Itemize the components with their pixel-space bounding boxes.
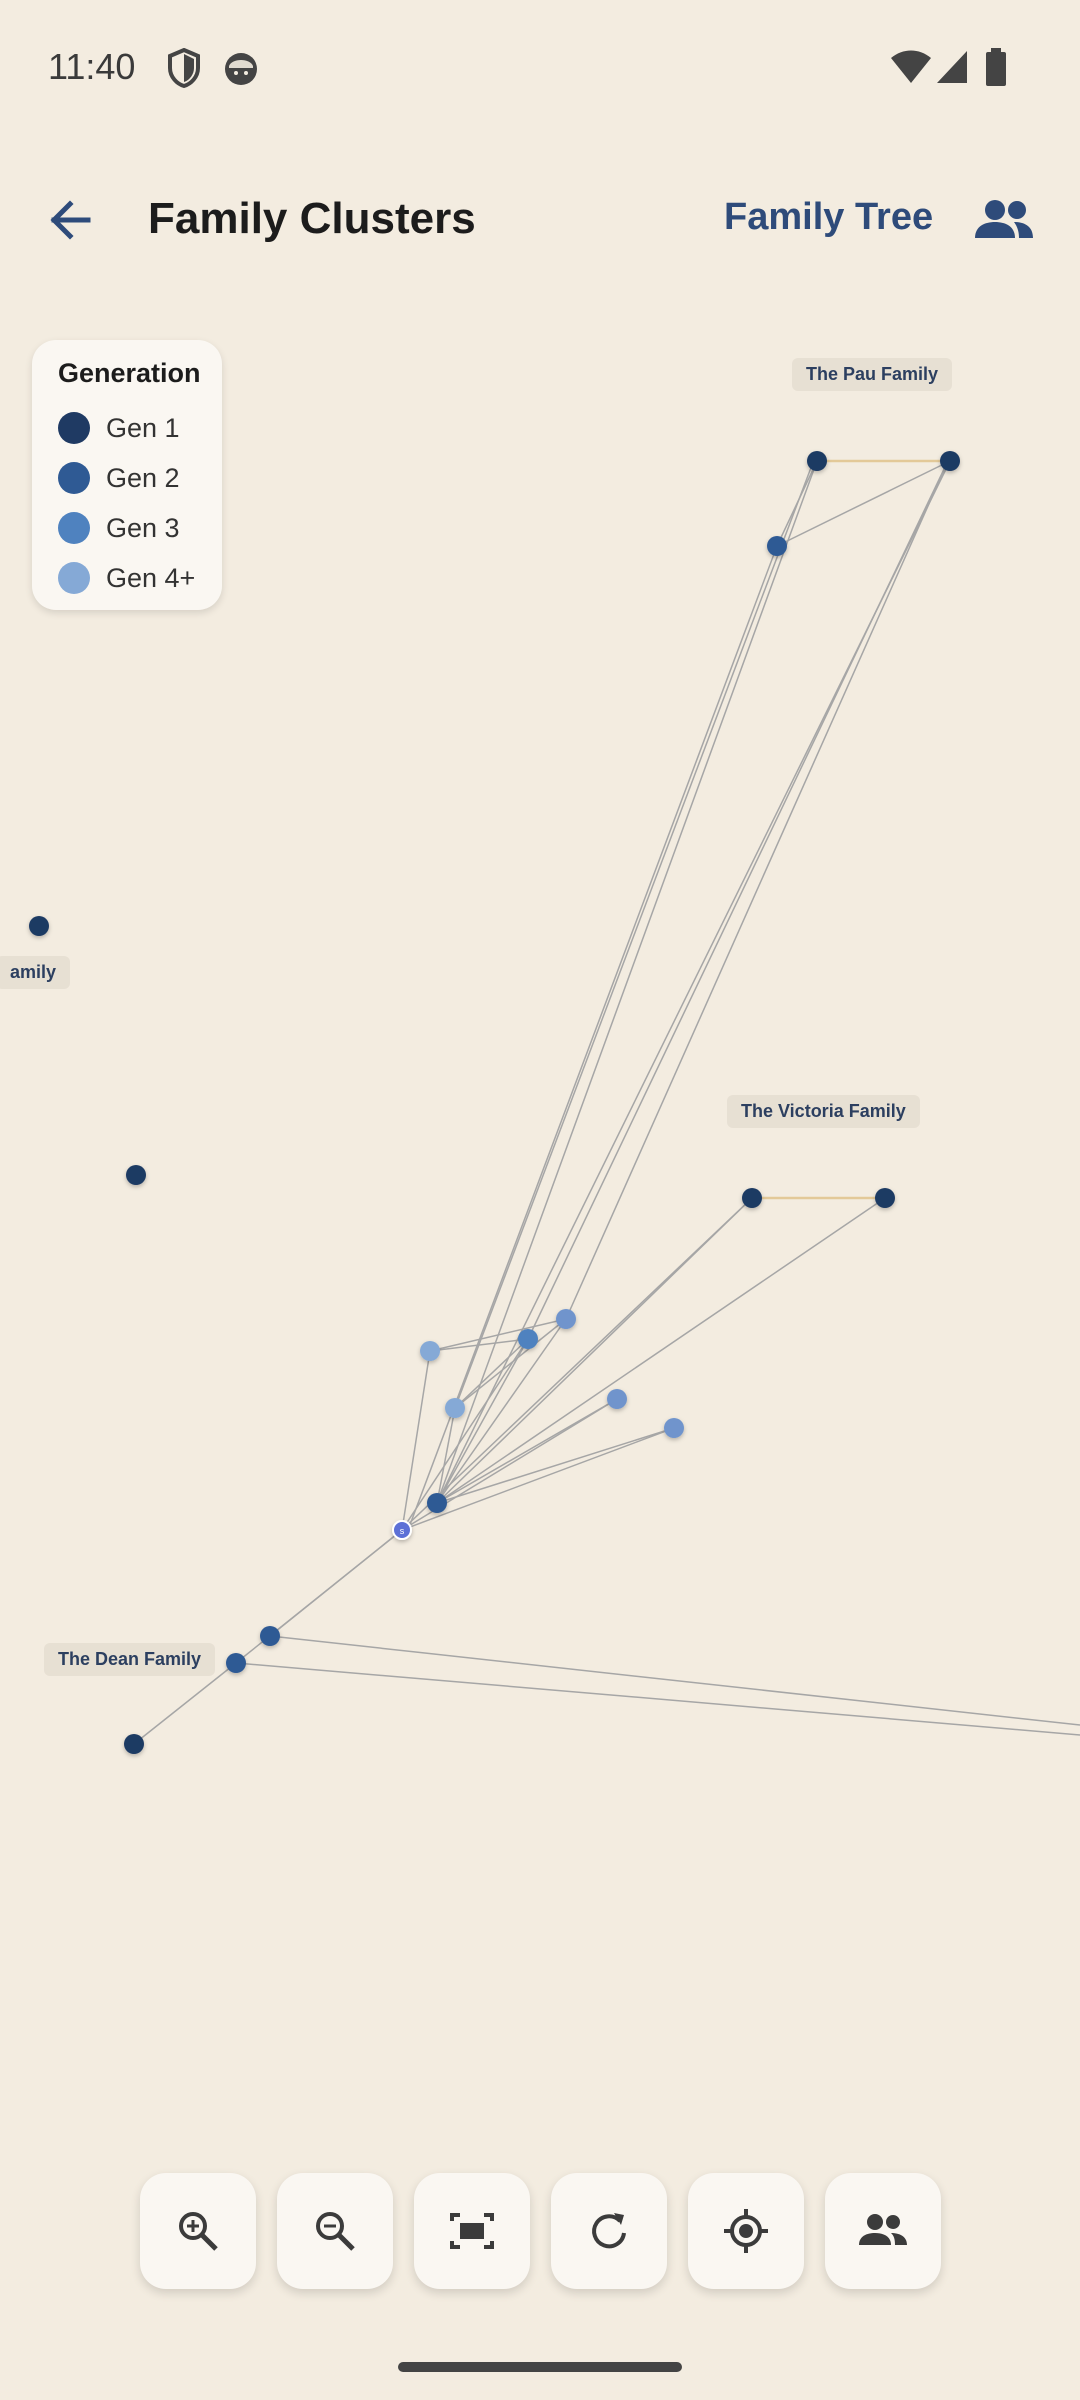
fit-screen-button[interactable] xyxy=(414,2173,530,2289)
person-node[interactable] xyxy=(607,1389,627,1409)
family-tree-link[interactable]: Family Tree xyxy=(724,196,933,239)
person-node[interactable] xyxy=(126,1165,146,1185)
legend-item: Gen 1 xyxy=(58,403,222,453)
family-label-victoria[interactable]: The Victoria Family xyxy=(727,1095,920,1128)
locate-button[interactable] xyxy=(688,2173,804,2289)
edge xyxy=(407,545,778,1531)
people-icon xyxy=(975,200,1033,238)
legend-item: Gen 2 xyxy=(58,453,222,503)
people-icon xyxy=(859,2214,907,2245)
person-node[interactable] xyxy=(427,1493,447,1513)
person-node[interactable] xyxy=(420,1341,440,1361)
people-filter-button[interactable] xyxy=(825,2173,941,2289)
edge xyxy=(776,460,951,547)
edge xyxy=(454,464,813,1409)
graph-controls xyxy=(140,2173,941,2289)
legend-title: Generation xyxy=(58,358,201,388)
person-node[interactable] xyxy=(226,1653,246,1673)
person-node[interactable] xyxy=(767,536,787,556)
edge xyxy=(436,1197,886,1504)
edge xyxy=(401,1427,675,1531)
arrow-back-icon xyxy=(50,200,91,240)
edge xyxy=(436,460,818,1504)
top-app-bar: Family Clusters Family Tree xyxy=(0,160,1080,280)
legend-swatch xyxy=(58,412,90,444)
fit-screen-icon xyxy=(450,2213,494,2249)
person-node[interactable] xyxy=(940,451,960,471)
legend-swatch xyxy=(58,462,90,494)
relationship-edges xyxy=(133,460,1080,1745)
zoom-in-button[interactable] xyxy=(140,2173,256,2289)
reset-button[interactable] xyxy=(551,2173,667,2289)
person-node[interactable] xyxy=(807,451,827,471)
back-button[interactable] xyxy=(40,190,110,250)
generation-legend: Generation Gen 1 Gen 2 Gen 3 Gen 4+ xyxy=(32,340,222,610)
family-label-dean[interactable]: The Dean Family xyxy=(44,1643,216,1676)
edge xyxy=(401,1338,529,1531)
edge xyxy=(235,1529,403,1664)
legend-label: Gen 3 xyxy=(106,512,180,543)
locate-icon xyxy=(724,2209,768,2253)
legend-item: Gen 4+ xyxy=(58,553,222,603)
people-button[interactable] xyxy=(970,190,1040,250)
zoom-out-button[interactable] xyxy=(277,2173,393,2289)
home-indicator[interactable] xyxy=(398,2362,682,2372)
legend-item: Gen 3 xyxy=(58,503,222,553)
legend-label: Gen 1 xyxy=(106,412,180,443)
legend-label: Gen 4+ xyxy=(106,562,196,593)
zoom-out-icon xyxy=(316,2212,355,2251)
person-node[interactable] xyxy=(518,1329,538,1349)
person-node[interactable] xyxy=(664,1418,684,1438)
self-node-badge: s xyxy=(400,1526,405,1536)
person-node[interactable] xyxy=(556,1309,576,1329)
person-node[interactable] xyxy=(29,916,49,936)
person-node[interactable] xyxy=(260,1626,280,1646)
edge xyxy=(269,1635,1080,1726)
legend-swatch xyxy=(58,562,90,594)
zoom-in-icon xyxy=(179,2212,218,2251)
family-label-pau[interactable]: The Pau Family xyxy=(792,358,953,391)
edge xyxy=(527,464,947,1340)
family-label-left[interactable]: amily xyxy=(0,956,71,989)
page-title: Family Clusters xyxy=(148,194,476,243)
person-node[interactable] xyxy=(875,1188,895,1208)
person-node[interactable] xyxy=(445,1398,465,1418)
edge xyxy=(401,1197,753,1531)
edge xyxy=(401,1350,431,1531)
legend-swatch xyxy=(58,512,90,544)
person-node[interactable] xyxy=(124,1734,144,1754)
person-node[interactable] xyxy=(742,1188,762,1208)
legend-label: Gen 2 xyxy=(106,462,180,493)
reset-icon xyxy=(592,2213,626,2249)
edge xyxy=(235,1662,1080,1736)
